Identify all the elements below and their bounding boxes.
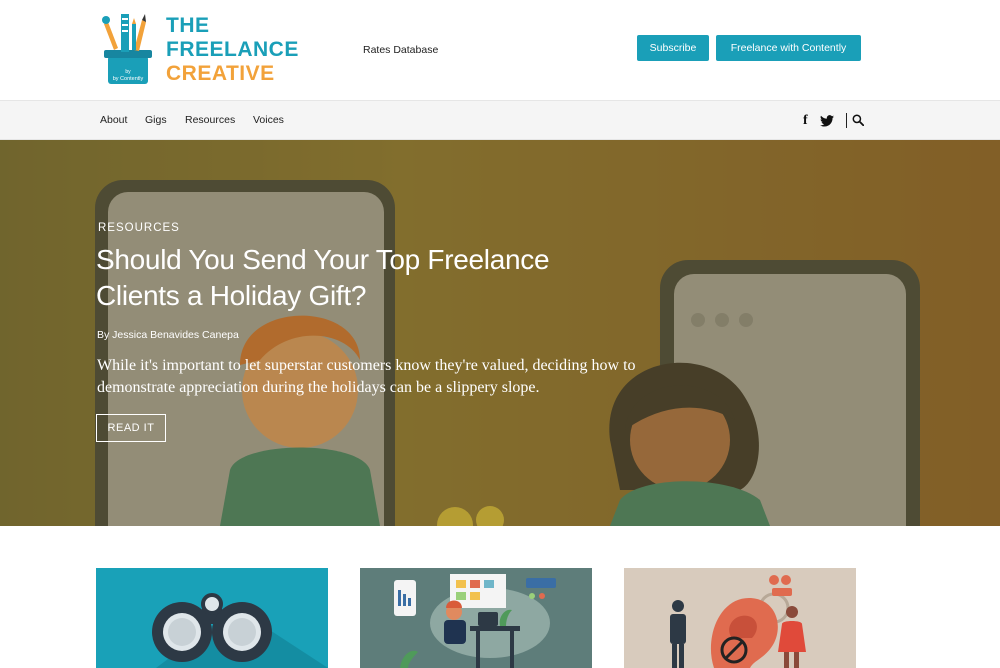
logo-badge: by Contently (113, 76, 144, 82)
twitter-icon[interactable] (820, 115, 834, 127)
nav-item-gigs[interactable]: Gigs (145, 114, 167, 126)
hero-excerpt: While it's important to let superstar cu… (97, 357, 636, 396)
hero-byline: By Jessica Benavides Canepa (97, 329, 239, 341)
hero-category[interactable]: RESOURCES (98, 222, 180, 234)
rates-database-link[interactable]: Rates Database (363, 44, 438, 56)
binoculars-icon (152, 593, 328, 668)
search-icon[interactable] (852, 114, 864, 126)
facebook-icon[interactable]: f (803, 113, 808, 129)
article-card[interactable] (96, 568, 328, 668)
logo-wordmark[interactable]: THE FREELANCE CREATIVE (166, 14, 299, 86)
hero-feature[interactable]: RESOURCES Should You Send Your Top Freel… (0, 140, 1000, 526)
logo-word-creative: CREATIVE (166, 62, 275, 85)
logo-word-the: THE (166, 14, 210, 37)
ear-megaphone-icon (670, 575, 806, 668)
nav-item-voices[interactable]: Voices (253, 114, 284, 126)
logo-word-freelance: FREELANCE (166, 38, 299, 61)
nav-item-about[interactable]: About (100, 114, 127, 126)
subscribe-button[interactable]: Subscribe (637, 35, 709, 61)
read-it-button[interactable]: READ IT (96, 414, 166, 442)
svg-text:by: by (125, 69, 131, 75)
article-card[interactable] (360, 568, 592, 668)
article-card[interactable] (624, 568, 856, 668)
nav-divider (846, 113, 847, 128)
freelance-with-contently-button[interactable]: Freelance with Contently (716, 35, 861, 61)
nav-item-resources[interactable]: Resources (185, 114, 235, 126)
site-header: by by Contently THE FREELANCE CREATIVE R… (0, 0, 1000, 100)
pencil-cup-icon: by by Contently (102, 14, 152, 84)
hero-title[interactable]: Should You Send Your Top Freelance Clien… (96, 242, 636, 314)
remote-worker-desk-icon (394, 574, 556, 668)
main-nav: About Gigs Resources Voices f (0, 100, 1000, 140)
